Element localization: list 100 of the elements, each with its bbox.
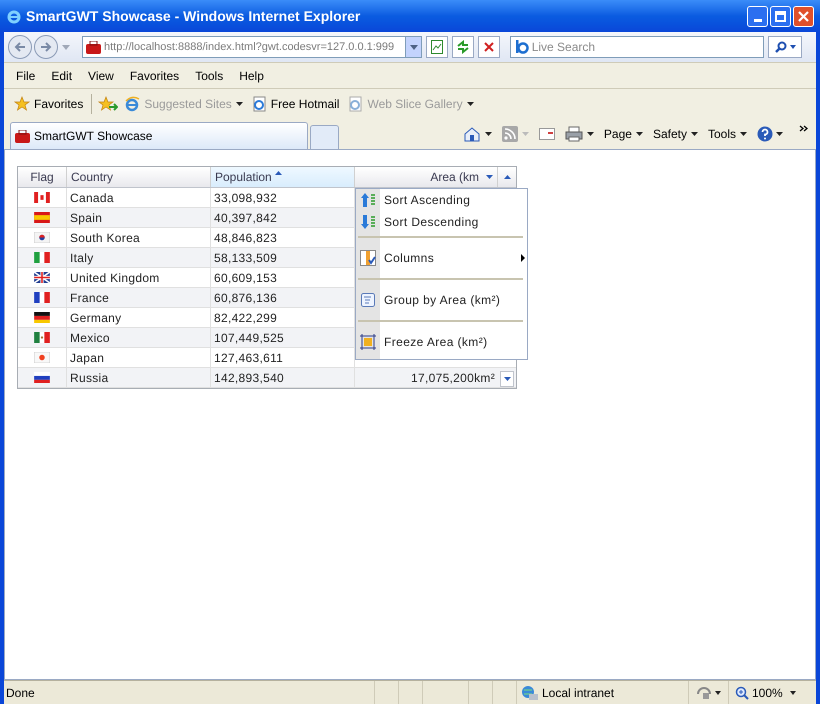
refresh-button[interactable] [452, 36, 474, 58]
close-icon [798, 10, 809, 22]
refresh-icon [456, 40, 470, 54]
address-field[interactable]: http://localhost:8888/index.html?gwt.codesvr=127.0.0.1:999 [82, 36, 422, 58]
search-field[interactable]: Live Search [510, 36, 764, 58]
back-arrow-icon [14, 42, 26, 52]
globe-computer-icon [521, 684, 539, 700]
caret-icon [636, 132, 643, 136]
caret-icon [410, 44, 418, 50]
table-cell: Mexico [67, 328, 211, 347]
mail-icon[interactable] [538, 128, 555, 140]
flag-icon [34, 212, 50, 223]
page-icon [431, 40, 443, 54]
column-header[interactable]: Area (km [355, 167, 498, 187]
status-text: Done [5, 684, 36, 702]
column-header[interactable]: Flag [18, 167, 67, 187]
scroll-up-icon[interactable] [504, 175, 510, 179]
caret-icon [790, 45, 796, 49]
stop-button[interactable] [478, 36, 500, 58]
sort-descending-icon [360, 214, 376, 230]
search-icon [774, 41, 786, 53]
security-zone-text: Local intranet [542, 684, 614, 702]
menu-item[interactable]: Tools [189, 66, 230, 84]
maximize-button[interactable] [770, 6, 791, 26]
back-button[interactable] [8, 35, 32, 59]
caret-icon [790, 690, 796, 694]
maximize-icon [775, 10, 786, 22]
command-menu-button[interactable]: Safety [652, 124, 698, 142]
sort-ascending-icon [274, 171, 282, 175]
flag-icon [34, 192, 50, 203]
table-cell: Spain [67, 208, 211, 227]
menu-item[interactable]: View [82, 66, 120, 84]
caret-icon [776, 132, 783, 136]
bing-logo-icon [514, 40, 529, 54]
favorites-button[interactable]: Favorites [12, 94, 86, 112]
column-header[interactable]: Population [211, 167, 355, 187]
ie-logo-icon [6, 8, 22, 24]
table-cell: Germany [67, 308, 211, 327]
compatibility-button[interactable] [426, 36, 448, 58]
caret-icon [466, 102, 474, 106]
table-cell: Canada [67, 188, 211, 207]
flag-icon [34, 292, 50, 303]
column-menu-icon[interactable] [486, 175, 493, 179]
command-menu-button[interactable]: Page [604, 124, 643, 142]
menu-item[interactable]: File [10, 66, 42, 84]
menu-item[interactable]: Help [233, 66, 270, 84]
favorites-link[interactable]: Free Hotmail [248, 94, 342, 112]
minimize-icon [754, 18, 762, 22]
freeze-icon [360, 334, 376, 350]
flag-icon [34, 232, 50, 243]
caret-icon [484, 132, 492, 136]
flag-icon [34, 332, 50, 343]
table-cell: United Kingdom [67, 268, 211, 287]
command-menu-button[interactable]: Tools [708, 124, 747, 142]
group-icon [360, 292, 376, 308]
caret-icon [236, 102, 243, 106]
menu-item[interactable]: Columns [356, 241, 527, 275]
forward-button[interactable] [34, 35, 58, 59]
printer-icon[interactable] [564, 126, 583, 142]
ie-page-icon [250, 96, 267, 112]
toolbox-icon [15, 130, 30, 142]
zoom-button[interactable]: 100% [728, 681, 816, 704]
scroll-down-button[interactable] [500, 371, 514, 387]
table-cell: 142,893,540 [211, 368, 355, 387]
flag-icon [34, 372, 50, 383]
chevron-icon[interactable] [799, 125, 808, 132]
window-title: SmartGWT Showcase - Windows Internet Explorer [26, 6, 360, 26]
add-favorite-icon[interactable] [98, 96, 118, 112]
star-icon [14, 96, 30, 112]
home-icon[interactable] [462, 126, 481, 142]
help-icon[interactable] [757, 126, 773, 142]
menu-item[interactable]: Favorites [124, 66, 186, 84]
ie-logo-icon [124, 96, 140, 112]
caret-icon [740, 132, 747, 136]
sort-ascending-icon [360, 192, 376, 208]
menu-item[interactable]: Edit [45, 66, 78, 84]
address-dropdown-button[interactable] [405, 37, 421, 57]
column-header[interactable]: Country [67, 167, 211, 187]
ie-page-icon [347, 96, 364, 112]
close-button[interactable] [793, 6, 814, 26]
table-cell: Japan [67, 348, 211, 367]
browser-tab[interactable]: SmartGWT Showcase [10, 122, 308, 149]
toolbox-icon [86, 40, 101, 54]
search-button[interactable] [768, 36, 802, 58]
table-cell-text: 17,075,200km² [410, 370, 496, 386]
columns-icon [360, 250, 376, 266]
table-cell: South Korea [67, 228, 211, 247]
flag-icon [34, 272, 50, 283]
flag-icon [34, 352, 50, 363]
caret-icon[interactable] [715, 690, 721, 694]
caret-icon [690, 132, 698, 136]
search-input[interactable]: Live Search [532, 38, 763, 56]
zoom-icon [735, 686, 749, 700]
flag-icon [34, 252, 50, 263]
feed-icon[interactable] [502, 126, 518, 142]
caret-icon [522, 132, 529, 136]
minimize-button[interactable] [747, 6, 768, 26]
caret-icon [586, 132, 594, 136]
caret-icon [504, 377, 510, 381]
submenu-arrow-icon [521, 254, 525, 262]
